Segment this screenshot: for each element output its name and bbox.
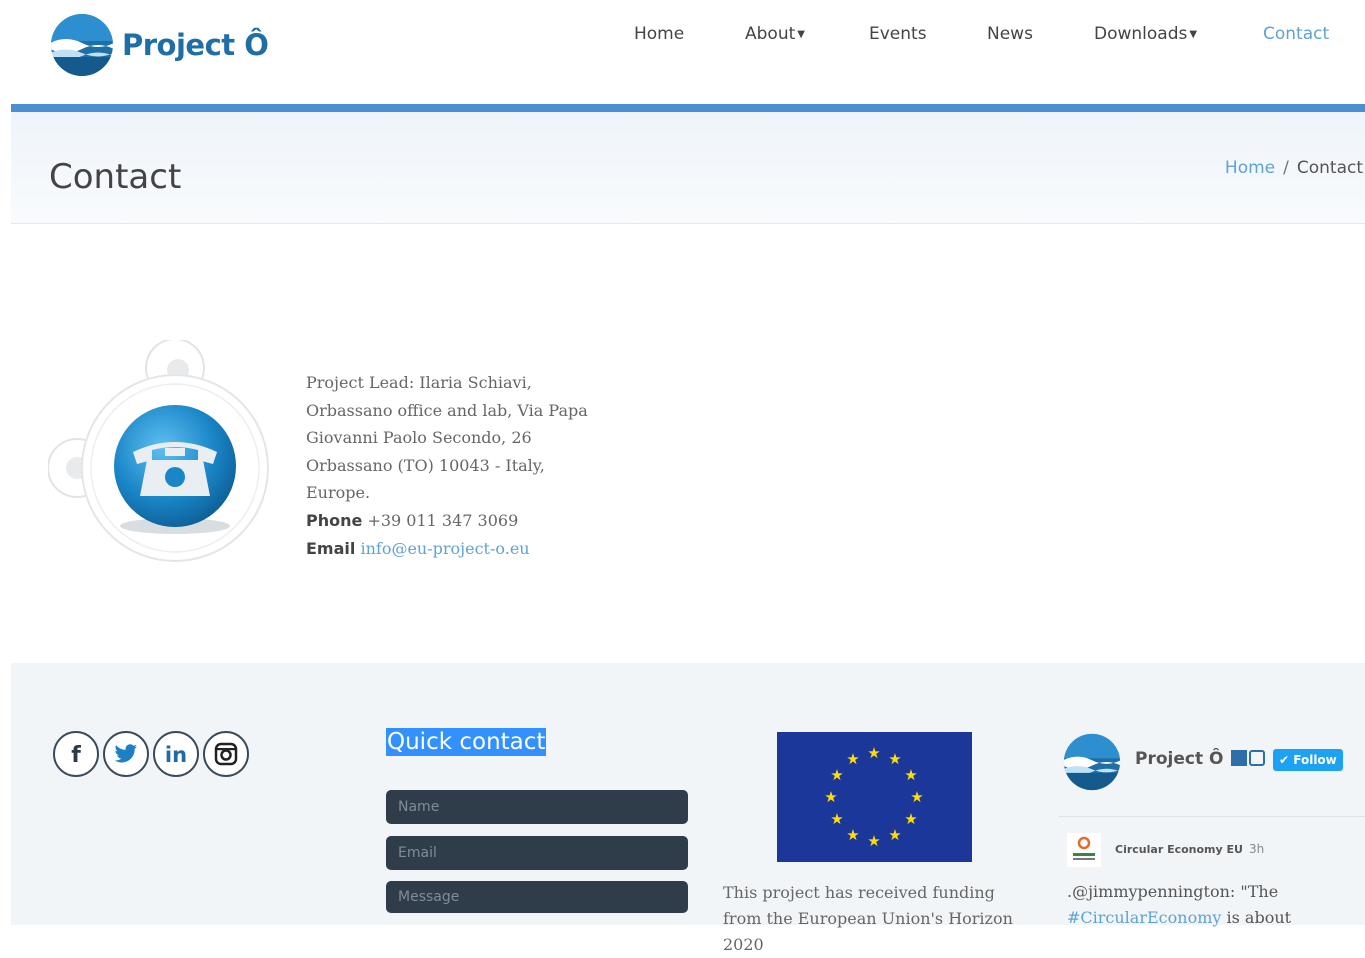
account-badge-icon [1249, 750, 1266, 766]
name-input[interactable] [386, 790, 688, 824]
svg-text:★: ★ [888, 826, 901, 844]
breadcrumb-home-link[interactable]: Home [1225, 158, 1275, 178]
project-avatar-icon[interactable] [1063, 733, 1121, 791]
svg-text:★: ★ [888, 750, 901, 768]
svg-text:★: ★ [904, 766, 917, 784]
quick-contact-title: Quick contact [386, 728, 547, 756]
email-input[interactable] [386, 836, 688, 870]
svg-text:★: ★ [867, 744, 880, 762]
nav-events-label: Events [869, 24, 927, 44]
nav-home-label: Home [634, 24, 685, 44]
svg-text:★: ★ [846, 826, 859, 844]
tweet-text: .@jimmypennington: "The #CircularEconomy … [1067, 879, 1365, 931]
main-nav: Home About ▼ Events News Downloads ▼ Conta… [0, 24, 1365, 48]
facebook-icon[interactable]: f [53, 731, 99, 777]
breadcrumb-current: Contact [1296, 158, 1363, 178]
svg-text:★: ★ [904, 810, 917, 828]
hashtag-link[interactable]: #CircularEconomy [1067, 908, 1221, 927]
nav-about-label: About [745, 24, 796, 44]
nav-news[interactable]: News [987, 24, 1033, 44]
svg-text:★: ★ [824, 788, 837, 806]
address-line: Orbassano office and lab, Via Papa [306, 400, 588, 420]
svg-text:★: ★ [910, 788, 923, 806]
funding-text: This project has received funding from t… [723, 883, 1013, 954]
follow-label: Follow [1293, 753, 1337, 767]
twitter-account-name[interactable]: Project Ô [1135, 749, 1266, 769]
phone-contact-icon [48, 340, 269, 562]
caret-down-icon: ▼ [1189, 28, 1198, 40]
nav-contact[interactable]: Contact [1263, 24, 1329, 44]
tweet-author[interactable]: Circular Economy EU 3h [1115, 842, 1264, 856]
svg-text:★: ★ [830, 810, 843, 828]
address-line: Orbassano (TO) 10043 - Italy, [306, 455, 545, 475]
twitter-follow-button[interactable]: ✔ Follow [1273, 749, 1343, 771]
nav-downloads-label: Downloads [1094, 24, 1188, 44]
nav-downloads[interactable]: Downloads ▼ [1094, 24, 1197, 44]
twitter-divider [1059, 816, 1365, 817]
phone-label: Phone [306, 510, 363, 530]
eu-flag-icon: ★ ★★ ★★★ ★★★ ★★★ [777, 732, 972, 862]
svg-text:f: f [71, 743, 81, 767]
breadcrumb: Home / Contact [1225, 158, 1363, 178]
account-badge-icon [1231, 750, 1248, 766]
nav-news-label: News [987, 24, 1033, 44]
email-row: Email info@eu-project-o.eu [306, 535, 596, 563]
site-footer: f in Quick contact ★★★ ★★★ ★★★ ★★★ This … [11, 663, 1365, 954]
tweet-text-part: .@jimmypennington: "The [1067, 882, 1279, 901]
linkedin-icon[interactable]: in [153, 731, 199, 777]
address-line: Giovanni Paolo Secondo, 26 [306, 428, 532, 448]
social-links: f in [53, 731, 249, 777]
message-textarea[interactable] [386, 881, 688, 913]
breadcrumb-separator: / [1283, 158, 1289, 178]
email-label: Email [306, 538, 356, 558]
twitter-widget-header: Project Ô ✔ Follow [1063, 733, 1353, 791]
twitter-icon[interactable] [103, 731, 149, 777]
circular-economy-avatar-icon [1067, 833, 1101, 867]
twitter-account-name-text: Project Ô [1135, 749, 1224, 769]
header-accent-bar [11, 104, 1365, 112]
email-link[interactable]: info@eu-project-o.eu [360, 539, 529, 558]
twitter-bird-icon: ✔ [1279, 753, 1290, 767]
instagram-icon[interactable] [203, 731, 249, 777]
tweet-text-part: is about [1221, 908, 1292, 927]
svg-text:in: in [165, 743, 187, 766]
tweet-author-name: Circular Economy EU [1115, 843, 1243, 856]
nav-contact-label: Contact [1263, 24, 1330, 44]
tweet-time: 3h [1248, 842, 1265, 856]
page-title: Contact [49, 156, 182, 197]
svg-text:★: ★ [846, 750, 859, 768]
nav-about[interactable]: About ▼ [745, 24, 805, 44]
phone-row: Phone +39 011 347 3069 [306, 507, 596, 535]
nav-events[interactable]: Events [869, 24, 927, 44]
svg-text:★: ★ [867, 832, 880, 850]
phone-number: +39 011 347 3069 [367, 510, 519, 530]
site-header: Project Ô Home About ▼ Events News Downlo… [0, 0, 1365, 104]
caret-down-icon: ▼ [797, 28, 805, 40]
address-line: Europe. [306, 483, 371, 503]
address-line: Project Lead: Ilaria Schiavi, [306, 373, 532, 392]
nav-home[interactable]: Home [634, 24, 684, 44]
contact-info: Project Lead: Ilaria Schiavi, Orbassano … [306, 369, 596, 562]
svg-text:★: ★ [830, 766, 843, 784]
page-title-band: Contact Home / Contact [11, 112, 1365, 224]
